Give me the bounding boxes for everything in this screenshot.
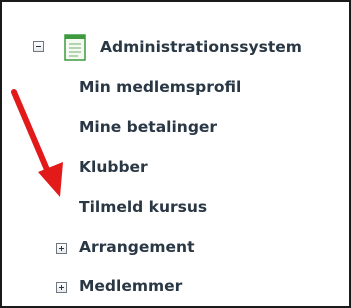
collapse-toggle-icon[interactable]	[33, 41, 44, 52]
document-list-icon	[64, 34, 86, 61]
expand-toggle-icon[interactable]	[56, 243, 67, 254]
navigation-tree: Administrationssystem Min medlemsprofil …	[0, 0, 351, 308]
tree-root-administrationssystem[interactable]: Administrationssystem	[100, 37, 302, 57]
expand-toggle-icon[interactable]	[56, 282, 67, 293]
tree-item-mine-betalinger[interactable]: Mine betalinger	[79, 117, 217, 137]
tree-item-medlemmer[interactable]: Medlemmer	[79, 276, 182, 296]
tree-item-klubber[interactable]: Klubber	[79, 157, 148, 177]
tree-item-min-medlemsprofil[interactable]: Min medlemsprofil	[79, 77, 241, 97]
tree-item-arrangement[interactable]: Arrangement	[79, 237, 195, 257]
tree-item-tilmeld-kursus[interactable]: Tilmeld kursus	[79, 197, 207, 217]
